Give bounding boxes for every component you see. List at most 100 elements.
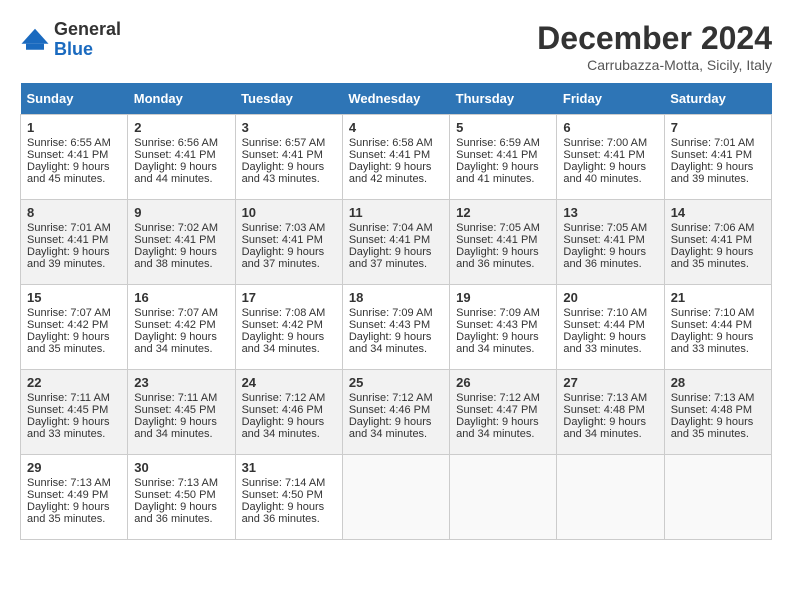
location: Carrubazza-Motta, Sicily, Italy [537, 57, 772, 73]
sunrise-text: Sunrise: 7:10 AM [671, 307, 755, 319]
day-number: 2 [134, 120, 228, 135]
daylight-text: Daylight: 9 hours and 34 minutes. [456, 331, 539, 355]
day-number: 16 [134, 290, 228, 305]
sunrise-text: Sunrise: 7:08 AM [242, 307, 326, 319]
day-number: 8 [27, 205, 121, 220]
sunset-text: Sunset: 4:41 PM [134, 234, 215, 246]
logo: General Blue [20, 20, 121, 60]
sunrise-text: Sunrise: 7:13 AM [134, 477, 218, 489]
col-header-wednesday: Wednesday [342, 83, 449, 115]
daylight-text: Daylight: 9 hours and 34 minutes. [456, 416, 539, 440]
calendar-cell: 8Sunrise: 7:01 AMSunset: 4:41 PMDaylight… [21, 200, 128, 285]
calendar-cell: 18Sunrise: 7:09 AMSunset: 4:43 PMDayligh… [342, 285, 449, 370]
sunrise-text: Sunrise: 7:12 AM [349, 392, 433, 404]
day-number: 10 [242, 205, 336, 220]
sunset-text: Sunset: 4:41 PM [671, 234, 752, 246]
sunrise-text: Sunrise: 7:13 AM [671, 392, 755, 404]
calendar-cell: 16 Sunrise: 7:07 AMSunset: 4:42 PMDayligh… [128, 285, 235, 370]
sunrise-text: Sunrise: 7:05 AM [456, 222, 540, 234]
calendar-cell [450, 455, 557, 540]
daylight-text: Daylight: 9 hours and 40 minutes. [563, 161, 646, 185]
sunrise-text: Sunrise: 7:06 AM [671, 222, 755, 234]
daylight-text: Daylight: 9 hours and 43 minutes. [242, 161, 325, 185]
daylight-text: Daylight: 9 hours and 34 minutes. [242, 331, 325, 355]
daylight-text: Daylight: 9 hours and 34 minutes. [242, 416, 325, 440]
day-number: 1 [27, 120, 121, 135]
daylight-text: Daylight: 9 hours and 34 minutes. [349, 416, 432, 440]
day-number: 20 [563, 290, 657, 305]
sunset-text: Sunset: 4:43 PM [456, 319, 537, 331]
daylight-text: Daylight: 9 hours and 42 minutes. [349, 161, 432, 185]
calendar-cell: 2Sunrise: 6:56 AMSunset: 4:41 PMDaylight… [128, 115, 235, 200]
daylight-text: Daylight: 9 hours and 35 minutes. [27, 501, 110, 525]
day-number: 5 [456, 120, 550, 135]
sunrise-text: Sunrise: 7:01 AM [27, 222, 111, 234]
calendar-cell: 24Sunrise: 7:12 AMSunset: 4:46 PMDayligh… [235, 370, 342, 455]
day-number: 24 [242, 375, 336, 390]
sunrise-text: Sunrise: 6:56 AM [134, 137, 218, 149]
day-number: 28 [671, 375, 765, 390]
col-header-sunday: Sunday [21, 83, 128, 115]
sunrise-text: Sunrise: 7:13 AM [563, 392, 647, 404]
sunset-text: Sunset: 4:42 PM [134, 319, 215, 331]
sunset-text: Sunset: 4:44 PM [563, 319, 644, 331]
title-area: December 2024 Carrubazza-Motta, Sicily, … [537, 20, 772, 73]
calendar-cell: 10Sunrise: 7:03 AMSunset: 4:41 PMDayligh… [235, 200, 342, 285]
calendar-cell: 3Sunrise: 6:57 AMSunset: 4:41 PMDaylight… [235, 115, 342, 200]
calendar-table: SundayMondayTuesdayWednesdayThursdayFrid… [20, 83, 772, 540]
header: General Blue December 2024 Carrubazza-Mo… [20, 20, 772, 73]
col-header-tuesday: Tuesday [235, 83, 342, 115]
sunset-text: Sunset: 4:44 PM [671, 319, 752, 331]
day-number: 25 [349, 375, 443, 390]
sunset-text: Sunset: 4:45 PM [27, 404, 108, 416]
calendar-cell: 9Sunrise: 7:02 AMSunset: 4:41 PMDaylight… [128, 200, 235, 285]
day-number: 12 [456, 205, 550, 220]
day-number: 4 [349, 120, 443, 135]
logo-blue: Blue [54, 39, 93, 59]
col-header-friday: Friday [557, 83, 664, 115]
calendar-cell: 14Sunrise: 7:06 AMSunset: 4:41 PMDayligh… [664, 200, 771, 285]
daylight-text: Daylight: 9 hours and 39 minutes. [27, 246, 110, 270]
calendar-header-row: SundayMondayTuesdayWednesdayThursdayFrid… [21, 83, 772, 115]
sunset-text: Sunset: 4:42 PM [242, 319, 323, 331]
daylight-text: Daylight: 9 hours and 41 minutes. [456, 161, 539, 185]
daylight-text: Daylight: 9 hours and 34 minutes. [134, 331, 217, 355]
sunset-text: Sunset: 4:41 PM [456, 149, 537, 161]
calendar-week-row: 22Sunrise: 7:11 AMSunset: 4:45 PMDayligh… [21, 370, 772, 455]
sunset-text: Sunset: 4:41 PM [456, 234, 537, 246]
calendar-cell: 29Sunrise: 7:13 AMSunset: 4:49 PMDayligh… [21, 455, 128, 540]
calendar-cell: 26Sunrise: 7:12 AMSunset: 4:47 PMDayligh… [450, 370, 557, 455]
calendar-cell: 19 Sunrise: 7:09 AMSunset: 4:43 PMDayligh… [450, 285, 557, 370]
calendar-cell: 22Sunrise: 7:11 AMSunset: 4:45 PMDayligh… [21, 370, 128, 455]
day-number: 27 [563, 375, 657, 390]
calendar-cell: 15Sunrise: 7:07 AMSunset: 4:42 PMDayligh… [21, 285, 128, 370]
daylight-text: Daylight: 9 hours and 34 minutes. [563, 416, 646, 440]
col-header-saturday: Saturday [664, 83, 771, 115]
daylight-text: Daylight: 9 hours and 33 minutes. [671, 331, 754, 355]
day-number: 30 [134, 460, 228, 475]
day-number: 19 [456, 290, 550, 305]
day-number: 21 [671, 290, 765, 305]
calendar-cell: 23Sunrise: 7:11 AMSunset: 4:45 PMDayligh… [128, 370, 235, 455]
sunset-text: Sunset: 4:41 PM [349, 149, 430, 161]
sunset-text: Sunset: 4:46 PM [349, 404, 430, 416]
daylight-text: Daylight: 9 hours and 33 minutes. [563, 331, 646, 355]
day-number: 15 [27, 290, 121, 305]
calendar-cell: 5Sunrise: 6:59 AMSunset: 4:41 PMDaylight… [450, 115, 557, 200]
daylight-text: Daylight: 9 hours and 35 minutes. [671, 416, 754, 440]
sunrise-text: Sunrise: 7:09 AM [456, 307, 540, 319]
sunrise-text: Sunrise: 7:07 AM [134, 307, 218, 319]
sunrise-text: Sunrise: 7:13 AM [27, 477, 111, 489]
sunset-text: Sunset: 4:43 PM [349, 319, 430, 331]
calendar-week-row: 29Sunrise: 7:13 AMSunset: 4:49 PMDayligh… [21, 455, 772, 540]
day-number: 14 [671, 205, 765, 220]
sunrise-text: Sunrise: 7:04 AM [349, 222, 433, 234]
logo-general: General [54, 19, 121, 39]
sunset-text: Sunset: 4:50 PM [134, 489, 215, 501]
calendar-cell: 21 Sunrise: 7:10 AMSunset: 4:44 PMDayligh… [664, 285, 771, 370]
day-number: 6 [563, 120, 657, 135]
calendar-cell: 27Sunrise: 7:13 AMSunset: 4:48 PMDayligh… [557, 370, 664, 455]
sunset-text: Sunset: 4:41 PM [671, 149, 752, 161]
daylight-text: Daylight: 9 hours and 45 minutes. [27, 161, 110, 185]
calendar-body: 1Sunrise: 6:55 AMSunset: 4:41 PMDaylight… [21, 115, 772, 540]
